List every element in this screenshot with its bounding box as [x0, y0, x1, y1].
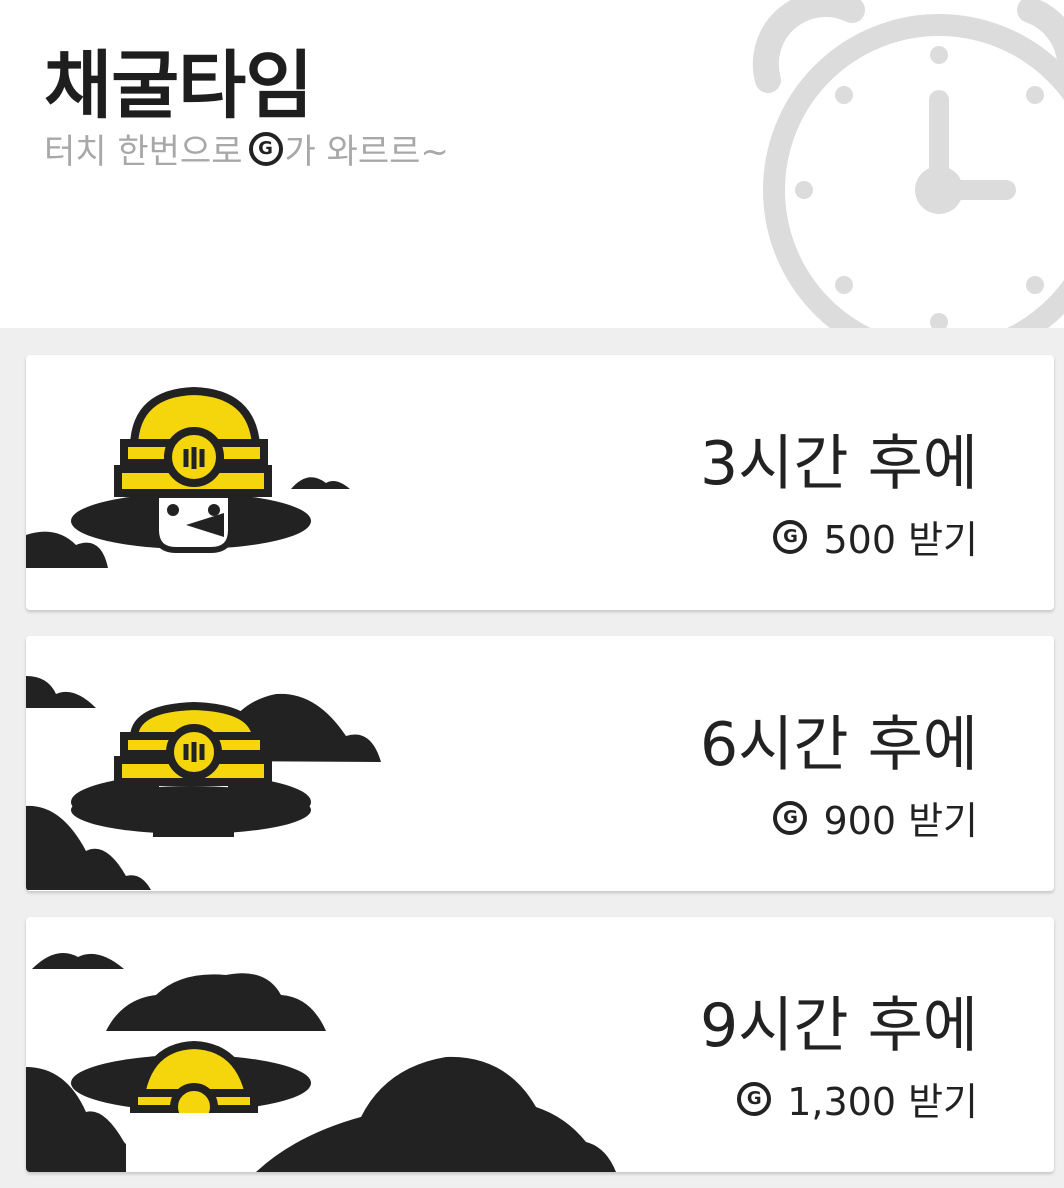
- card-reward-label: 1,300 받기: [787, 1080, 978, 1124]
- header: 채굴타임 터치 한번으로 가 와르르~: [0, 0, 1064, 328]
- miner-illustration: [26, 953, 616, 1172]
- subtitle-text-after: 가 와르르~: [284, 132, 449, 172]
- miner-illustration: [26, 386, 350, 568]
- card-hours-label: 6시간 후에: [699, 710, 978, 780]
- card-reward-label: 500 받기: [823, 518, 978, 562]
- page-subtitle: 터치 한번으로 가 와르르~: [44, 124, 449, 173]
- g-coin-icon: [737, 1081, 772, 1116]
- card-hours-label: 9시간 후에: [699, 991, 978, 1061]
- card-reward: 500 받기: [773, 509, 978, 564]
- mining-option-card-3h[interactable]: 3시간 후에 500 받기: [26, 355, 1054, 610]
- card-reward-label: 900 받기: [823, 799, 978, 843]
- mining-option-card-9h[interactable]: 9시간 후에 1,300 받기: [26, 917, 1054, 1172]
- g-coin-icon: [248, 131, 283, 166]
- card-hours-label: 3시간 후에: [699, 429, 978, 499]
- subtitle-text-before: 터치 한번으로: [44, 132, 243, 172]
- page-title: 채굴타임: [44, 43, 313, 129]
- g-coin-icon: [773, 800, 808, 835]
- card-reward: 900 받기: [773, 790, 978, 845]
- g-coin-icon: [773, 519, 808, 554]
- mining-option-card-6h[interactable]: 6시간 후에 900 받기: [26, 636, 1054, 891]
- card-reward: 1,300 받기: [737, 1071, 978, 1126]
- alarm-clock-icon: [752, 0, 1064, 328]
- miner-illustration: [26, 676, 381, 890]
